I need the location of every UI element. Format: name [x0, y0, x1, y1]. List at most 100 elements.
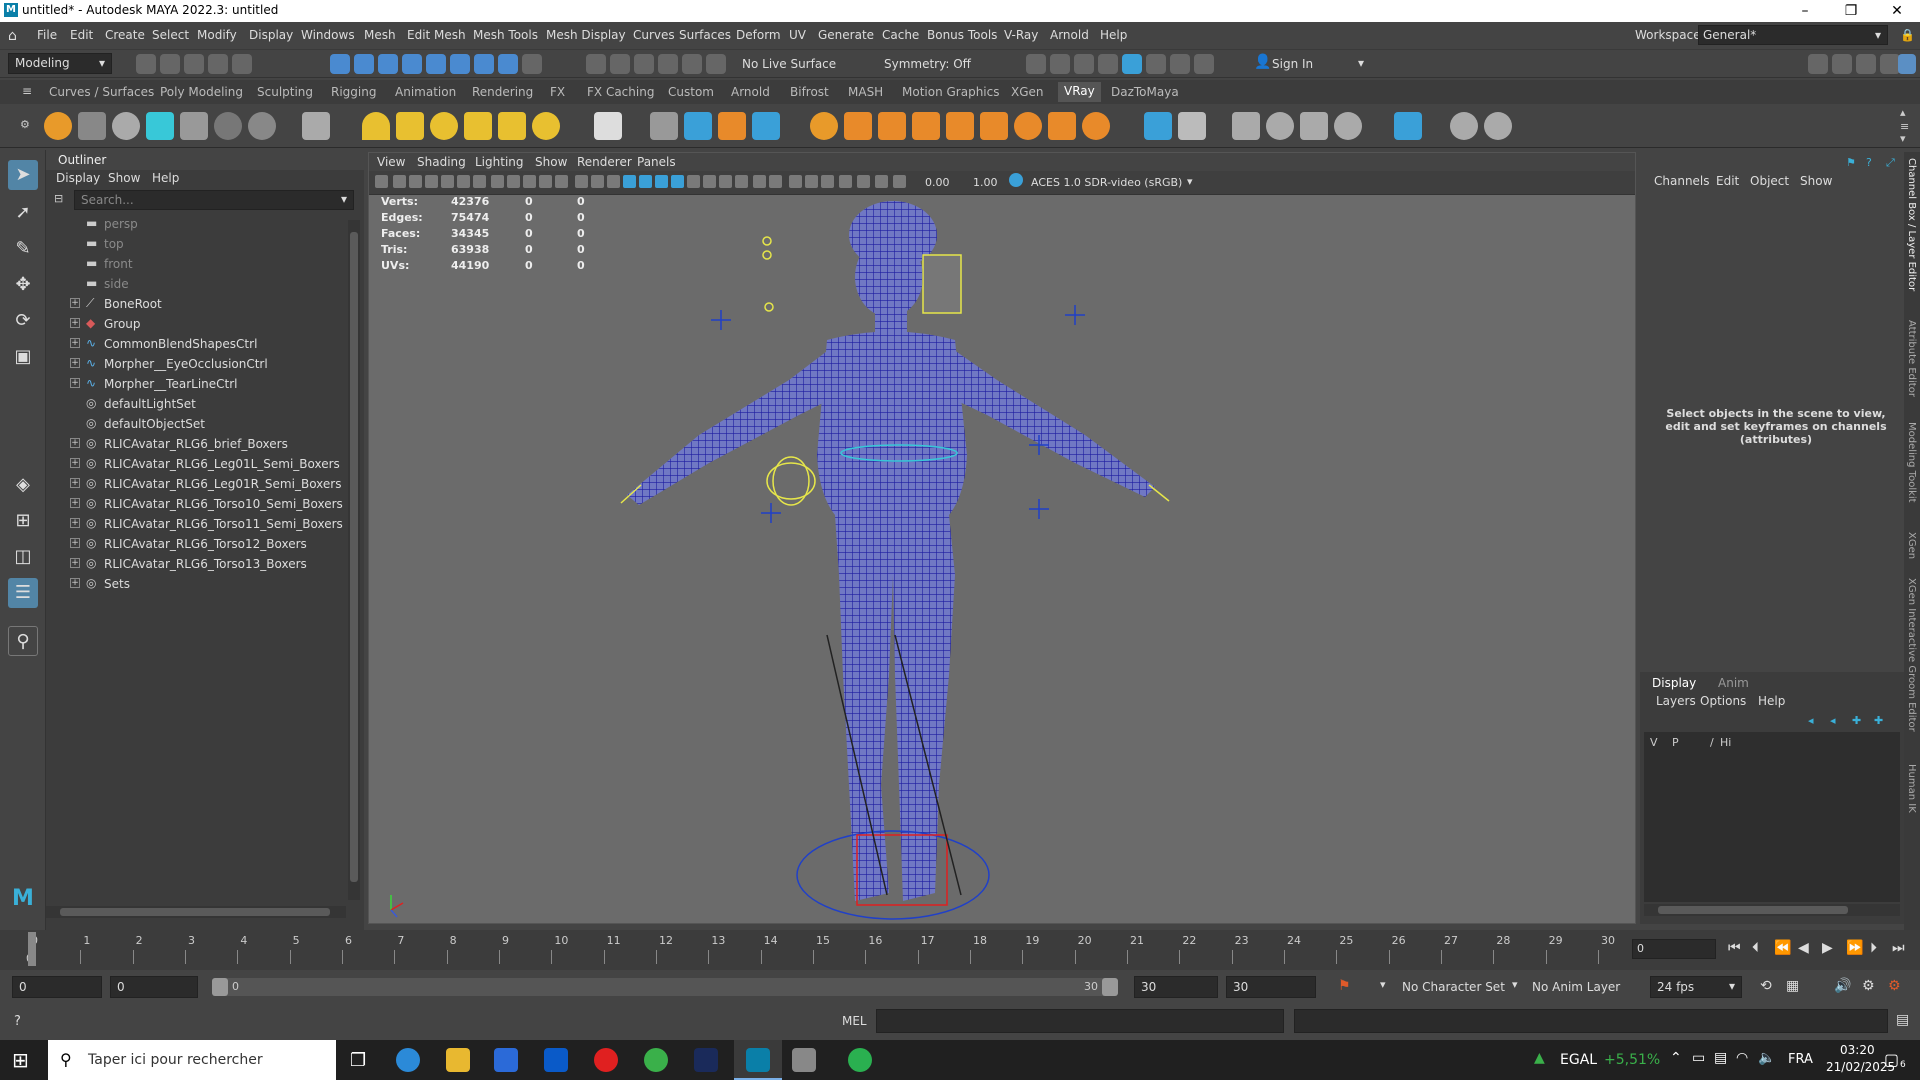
live-surface-label[interactable]: No Live Surface: [742, 57, 836, 71]
shelf-tab-mash[interactable]: MASH: [848, 85, 883, 99]
home-icon[interactable]: ⌂: [8, 28, 17, 44]
maya-taskbar-active[interactable]: [734, 1040, 782, 1080]
layer-menu-layers[interactable]: Layers: [1656, 694, 1696, 708]
render-current-icon[interactable]: [1050, 54, 1070, 74]
outliner-item[interactable]: + ◆ Group: [46, 314, 346, 334]
outliner-item[interactable]: ▬ persp: [46, 214, 346, 234]
layout-icon[interactable]: [1808, 54, 1828, 74]
scale-tool-icon[interactable]: ▣: [8, 342, 38, 372]
auto-key-icon[interactable]: ⚑: [1338, 978, 1351, 994]
outliner-scrollbar[interactable]: [348, 220, 360, 900]
undo-icon[interactable]: [208, 54, 228, 74]
viewport-tool-icon[interactable]: [789, 175, 802, 188]
character-mesh[interactable]: [627, 201, 1155, 901]
expand-icon[interactable]: +: [70, 338, 80, 348]
start-time-field[interactable]: 0: [12, 976, 102, 998]
outliner-item[interactable]: + ◎ Sets: [46, 574, 346, 594]
vray-volume-icon[interactable]: [752, 112, 780, 140]
viewport-tool-icon[interactable]: [857, 175, 870, 188]
outliner-layout-icon[interactable]: ☰: [8, 578, 38, 608]
vray-cone-icon[interactable]: [1144, 112, 1172, 140]
filter-icon[interactable]: ⊟: [54, 192, 63, 205]
vray-stack-icon[interactable]: [980, 112, 1008, 140]
snap-curve-tool-icon[interactable]: [586, 54, 606, 74]
menu-set-select[interactable]: Modeling ▾: [8, 53, 112, 74]
viewport-tool-icon[interactable]: [473, 175, 486, 188]
shelf-tab-rendering[interactable]: Rendering: [472, 85, 533, 99]
outliner-menu-show[interactable]: Show: [108, 171, 140, 185]
expand-icon[interactable]: +: [70, 378, 80, 388]
layer-new-icon[interactable]: ✚: [1852, 714, 1861, 727]
side-tab-attribute-editor[interactable]: Attribute Editor: [1906, 320, 1917, 397]
color-management-icon[interactable]: [1009, 173, 1023, 187]
viewport-tool-icon[interactable]: [591, 175, 604, 188]
shelf-tab-vray[interactable]: VRay: [1058, 82, 1101, 102]
layer-tab-display[interactable]: Display: [1652, 676, 1696, 690]
viewport-tool-icon[interactable]: [555, 175, 568, 188]
menu-create[interactable]: Create: [105, 28, 145, 42]
tool-settings-icon[interactable]: [1880, 54, 1900, 74]
select-tool-icon[interactable]: ➤: [8, 160, 38, 190]
vp-menu-renderer[interactable]: Renderer: [577, 155, 632, 169]
outliner-hscrollbar[interactable]: [46, 906, 346, 918]
vray-bone-icon[interactable]: [78, 112, 106, 140]
vray-dots-icon[interactable]: [1300, 112, 1328, 140]
shelf-gear-icon[interactable]: ⚙: [20, 118, 30, 131]
snap-live-icon[interactable]: [658, 54, 678, 74]
outliner-item[interactable]: + ◎ RLICAvatar_RLG6_Torso12_Boxers: [46, 534, 346, 554]
expand-icon[interactable]: +: [70, 538, 80, 548]
go-end-icon[interactable]: ⏭: [1892, 940, 1905, 956]
chevron-down-icon[interactable]: ▾: [1512, 978, 1518, 991]
viewport-tool-icon[interactable]: [655, 175, 668, 188]
layer-hscroll-thumb[interactable]: [1658, 906, 1848, 914]
chrome-icon[interactable]: [644, 1048, 668, 1072]
battery-icon[interactable]: ▭: [1692, 1050, 1705, 1066]
end-time-field[interactable]: 30: [1226, 976, 1316, 998]
viewport-tool-icon[interactable]: [719, 175, 732, 188]
script-language-label[interactable]: MEL: [842, 1014, 867, 1028]
outliner-menu-help[interactable]: Help: [152, 171, 179, 185]
volume-icon[interactable]: 🔈: [1758, 1050, 1775, 1066]
vray-palette-icon[interactable]: [1334, 112, 1362, 140]
side-tab-modeling-toolkit[interactable]: Modeling Toolkit: [1906, 422, 1917, 503]
side-tab-human-ik[interactable]: Human IK: [1906, 764, 1917, 813]
rotate-tool-icon[interactable]: ⟳: [8, 306, 38, 336]
fps-select[interactable]: 24 fps ▾: [1650, 976, 1742, 998]
playback-end-field[interactable]: 30: [1134, 976, 1218, 998]
render-setup-icon[interactable]: [1146, 54, 1166, 74]
symmetry-label[interactable]: Symmetry: Off: [884, 57, 971, 71]
shelf-tab-motion-graphics[interactable]: Motion Graphics: [902, 85, 1000, 99]
stock-label[interactable]: EGAL: [1560, 1052, 1597, 1068]
animation-prefs-icon[interactable]: ⚙: [1862, 978, 1875, 994]
go-start-icon[interactable]: ⏮: [1728, 940, 1741, 956]
menu-mesh-tools[interactable]: Mesh Tools: [473, 28, 538, 42]
new-scene-icon[interactable]: [136, 54, 156, 74]
chevron-down-icon[interactable]: ▾: [1187, 175, 1193, 188]
playback-start-field[interactable]: 0: [110, 976, 198, 998]
viewport-panel[interactable]: View Shading Lighting Show Renderer Pane…: [368, 152, 1636, 924]
side-by-side-icon[interactable]: ◫: [8, 542, 38, 572]
outliner-scroll-thumb[interactable]: [350, 232, 358, 882]
outliner-item[interactable]: ▬ front: [46, 254, 346, 274]
vray-ies-light-icon[interactable]: [498, 112, 526, 140]
layer-move-up-icon[interactable]: ◂: [1808, 714, 1814, 727]
expand-icon[interactable]: +: [70, 518, 80, 528]
single-view-icon[interactable]: ◈: [8, 470, 38, 500]
side-tab-xgen-groom[interactable]: XGen Interactive Groom Editor: [1906, 578, 1917, 732]
channel-box-icon[interactable]: [1898, 54, 1916, 74]
file-explorer-icon[interactable]: [446, 1048, 470, 1072]
viewport-tool-icon[interactable]: [687, 175, 700, 188]
vray-dome-light-icon[interactable]: [362, 112, 390, 140]
vray-spot-light-icon[interactable]: [396, 112, 424, 140]
menu-surfaces[interactable]: Surfaces: [679, 28, 731, 42]
modeling-toolkit-icon[interactable]: [1832, 54, 1852, 74]
outliner-hscroll-thumb[interactable]: [60, 908, 330, 916]
lock-icon[interactable]: 🔒: [1900, 28, 1915, 42]
outlook-icon[interactable]: [544, 1048, 568, 1072]
loop-icon[interactable]: ⟲: [1760, 978, 1772, 994]
vray-frame-icon[interactable]: [1394, 112, 1422, 140]
open-scene-icon[interactable]: [160, 54, 180, 74]
vray-head-icon[interactable]: [112, 112, 140, 140]
layer-menu-options[interactable]: Options: [1700, 694, 1746, 708]
viewport-tool-icon[interactable]: [607, 175, 620, 188]
